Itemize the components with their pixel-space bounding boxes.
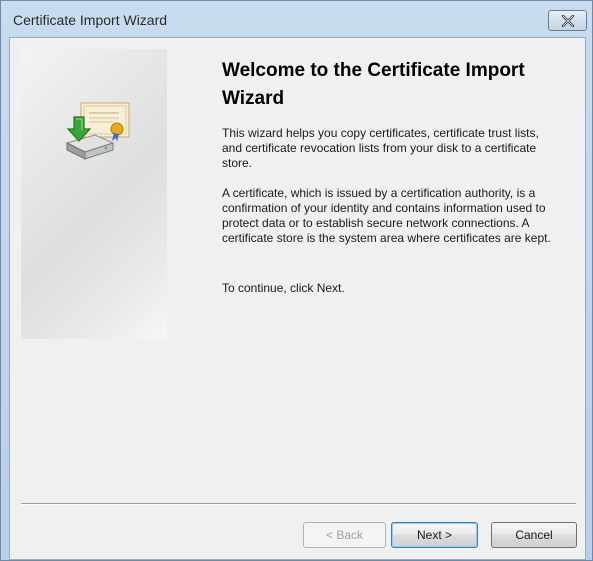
cancel-button[interactable]: Cancel [491,522,577,548]
continue-instruction: To continue, click Next. [222,281,345,295]
close-icon [561,14,575,27]
intro-paragraph: This wizard helps you copy certificates,… [222,126,539,170]
wizard-side-panel [21,49,167,339]
title-bar[interactable]: Certificate Import Wizard [1,1,592,37]
certificate-import-wizard-window: Certificate Import Wizard Welcome to the… [0,0,593,561]
wizard-body: Welcome to the Certificate Import Wizard… [9,37,586,560]
certificate-import-icon [61,99,133,171]
next-button[interactable]: Next > [391,522,478,548]
window-title: Certificate Import Wizard [13,12,168,28]
wizard-heading: Welcome to the Certificate Import Wizard [222,60,525,109]
close-button[interactable] [548,10,587,31]
button-divider [21,503,576,505]
certificate-description-paragraph: A certificate, which is issued by a cert… [222,186,551,245]
back-button[interactable]: < Back [303,522,386,548]
